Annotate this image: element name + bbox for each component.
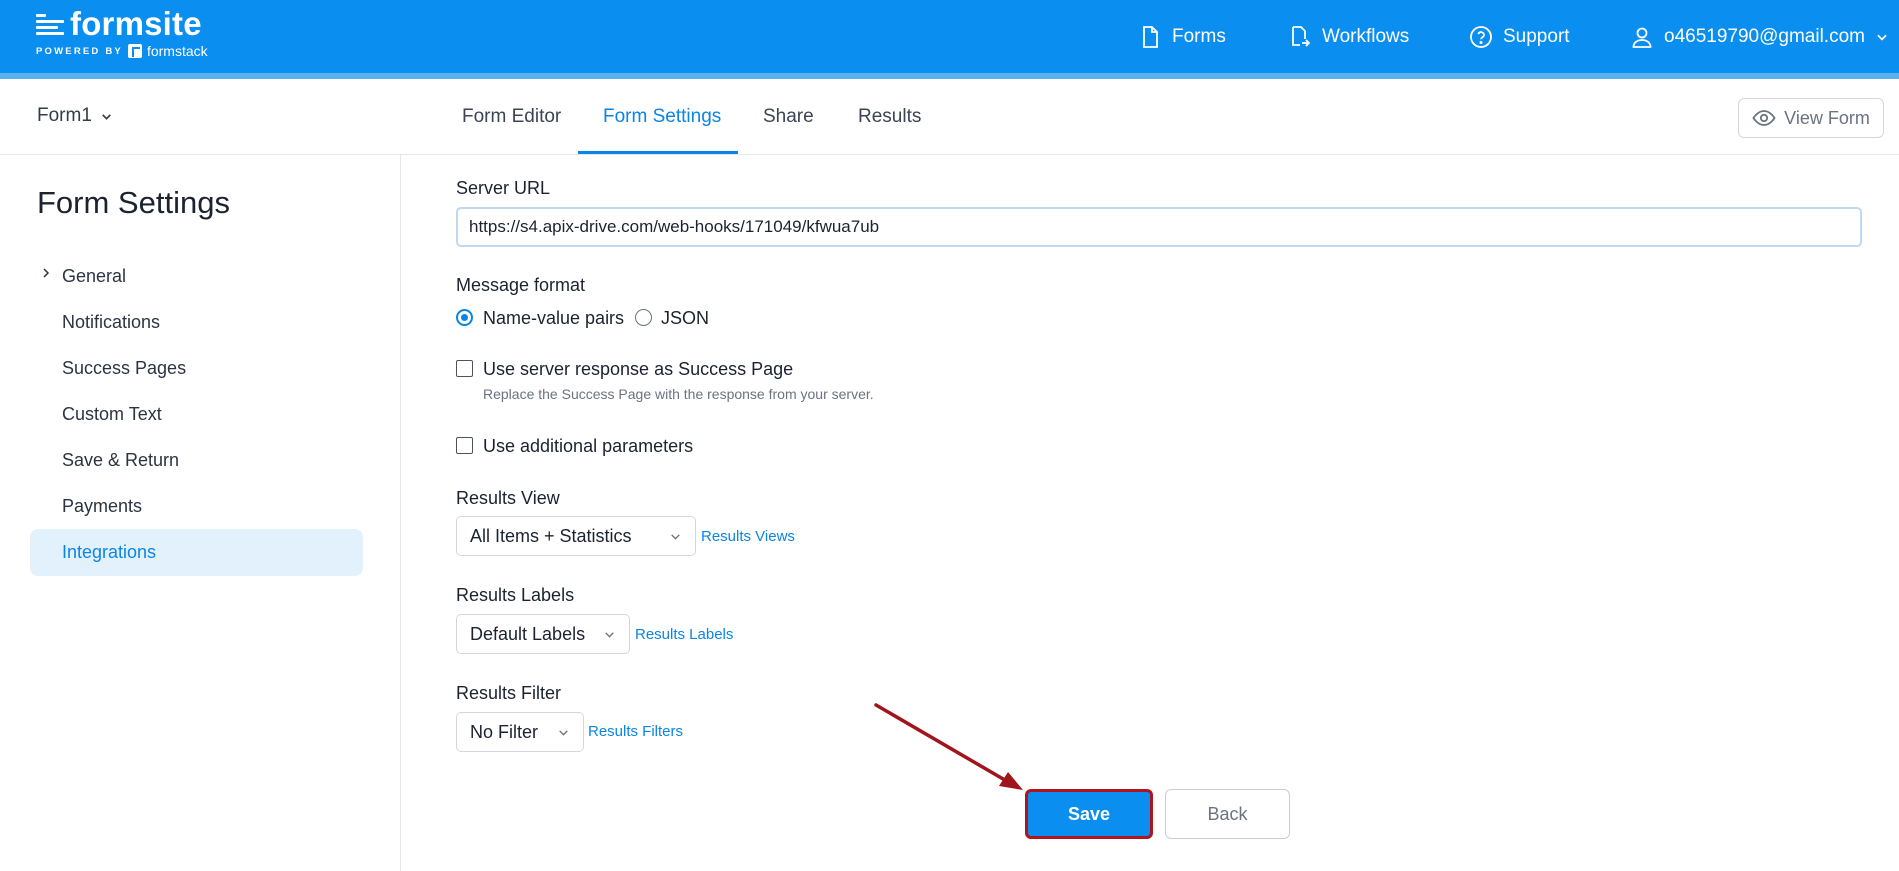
results-filter-label: Results Filter	[456, 683, 562, 703]
tab-form-settings[interactable]: Form Settings	[603, 106, 721, 128]
sidebar-item-general[interactable]: General	[62, 266, 126, 287]
annotation-arrow	[874, 703, 1023, 790]
server-url-input[interactable]	[456, 207, 1862, 247]
formsite-logo[interactable]: formsite POWERED BY formstack	[36, 6, 208, 59]
message-format-label: Message format	[456, 275, 586, 295]
top-navigation-bar: formsite POWERED BY formstack Forms Work…	[0, 0, 1899, 73]
chevron-down-icon	[102, 113, 111, 120]
account-email: o46519790@gmail.com	[1664, 25, 1865, 47]
formsite-logo-icon	[36, 11, 64, 37]
use-additional-params-checkbox[interactable]	[456, 437, 473, 454]
nav-workflows[interactable]: Workflows	[1288, 0, 1409, 73]
results-filter-value: No Filter	[470, 721, 539, 742]
user-icon	[1632, 27, 1652, 48]
chevron-down-icon	[1877, 34, 1887, 41]
account-menu[interactable]: o46519790@gmail.com	[1630, 0, 1889, 73]
results-view-label: Results View	[456, 488, 560, 508]
chevron-down-icon	[559, 729, 568, 736]
use-server-response-checkbox[interactable]	[456, 360, 473, 377]
results-view-select[interactable]: All Items + Statistics	[456, 516, 696, 556]
use-additional-params-label[interactable]: Use additional parameters	[483, 436, 693, 457]
view-form-label: View Form	[1784, 107, 1870, 128]
nav-support[interactable]: Support	[1469, 0, 1570, 73]
results-labels-select[interactable]: Default Labels	[456, 614, 630, 654]
results-filter-select[interactable]: No Filter	[456, 712, 584, 752]
results-views-link[interactable]: Results Views	[701, 528, 795, 545]
radio-json[interactable]	[635, 309, 652, 326]
sidebar-item-save-return[interactable]: Save & Return	[62, 450, 179, 471]
nav-workflows-label: Workflows	[1322, 25, 1410, 47]
sidebar-item-custom-text[interactable]: Custom Text	[62, 404, 162, 425]
eye-icon	[1752, 110, 1776, 126]
formstack-logo-icon	[127, 44, 142, 58]
logo-wordmark: formsite	[70, 5, 202, 42]
sidebar-item-integrations[interactable]: Integrations	[62, 542, 156, 563]
results-filters-link[interactable]: Results Filters	[588, 723, 683, 740]
sidebar-item-success-pages[interactable]: Success Pages	[62, 358, 186, 379]
sidebar-item-notifications[interactable]: Notifications	[62, 312, 160, 333]
sidebar-item-payments[interactable]: Payments	[62, 496, 142, 517]
chevron-down-icon	[671, 533, 680, 540]
save-button[interactable]: Save	[1025, 789, 1153, 839]
tab-form-editor[interactable]: Form Editor	[462, 106, 561, 128]
results-labels-value: Default Labels	[470, 623, 586, 644]
view-form-button[interactable]: View Form	[1738, 98, 1884, 138]
workflow-icon	[1292, 25, 1311, 47]
use-server-response-help: Replace the Success Page with the respon…	[483, 386, 874, 402]
server-url-label: Server URL	[456, 178, 551, 198]
back-button[interactable]: Back	[1165, 789, 1290, 839]
nav-support-label: Support	[1503, 25, 1570, 47]
form-name: Form1	[37, 105, 92, 126]
nav-forms[interactable]: Forms	[1138, 0, 1226, 73]
name-value-pairs-label[interactable]: Name-value pairs	[483, 308, 624, 329]
chevron-down-icon	[605, 631, 614, 638]
form-selector[interactable]: Form1	[37, 105, 113, 127]
form-header: Form1 Form Editor Form Settings Share Re…	[0, 79, 1899, 155]
sidebar-title: Form Settings	[37, 185, 230, 220]
formstack-wordmark: formstack	[146, 43, 208, 59]
nav-forms-label: Forms	[1172, 25, 1226, 47]
powered-by-text: POWERED BY	[36, 45, 123, 57]
chevron-right-icon	[43, 268, 50, 278]
tab-results[interactable]: Results	[858, 106, 921, 128]
document-icon	[1143, 25, 1158, 48]
help-circle-icon	[1470, 25, 1492, 48]
use-server-response-label[interactable]: Use server response as Success Page	[483, 359, 793, 380]
results-labels-label: Results Labels	[456, 585, 575, 605]
results-view-value: All Items + Statistics	[470, 525, 632, 546]
results-labels-link[interactable]: Results Labels	[635, 626, 733, 643]
settings-sidebar: Form Settings General Notifications Succ…	[0, 155, 401, 871]
tab-share[interactable]: Share	[763, 106, 814, 128]
active-tab-indicator	[578, 151, 738, 154]
json-label[interactable]: JSON	[661, 308, 709, 329]
radio-name-value-pairs[interactable]	[456, 309, 473, 326]
